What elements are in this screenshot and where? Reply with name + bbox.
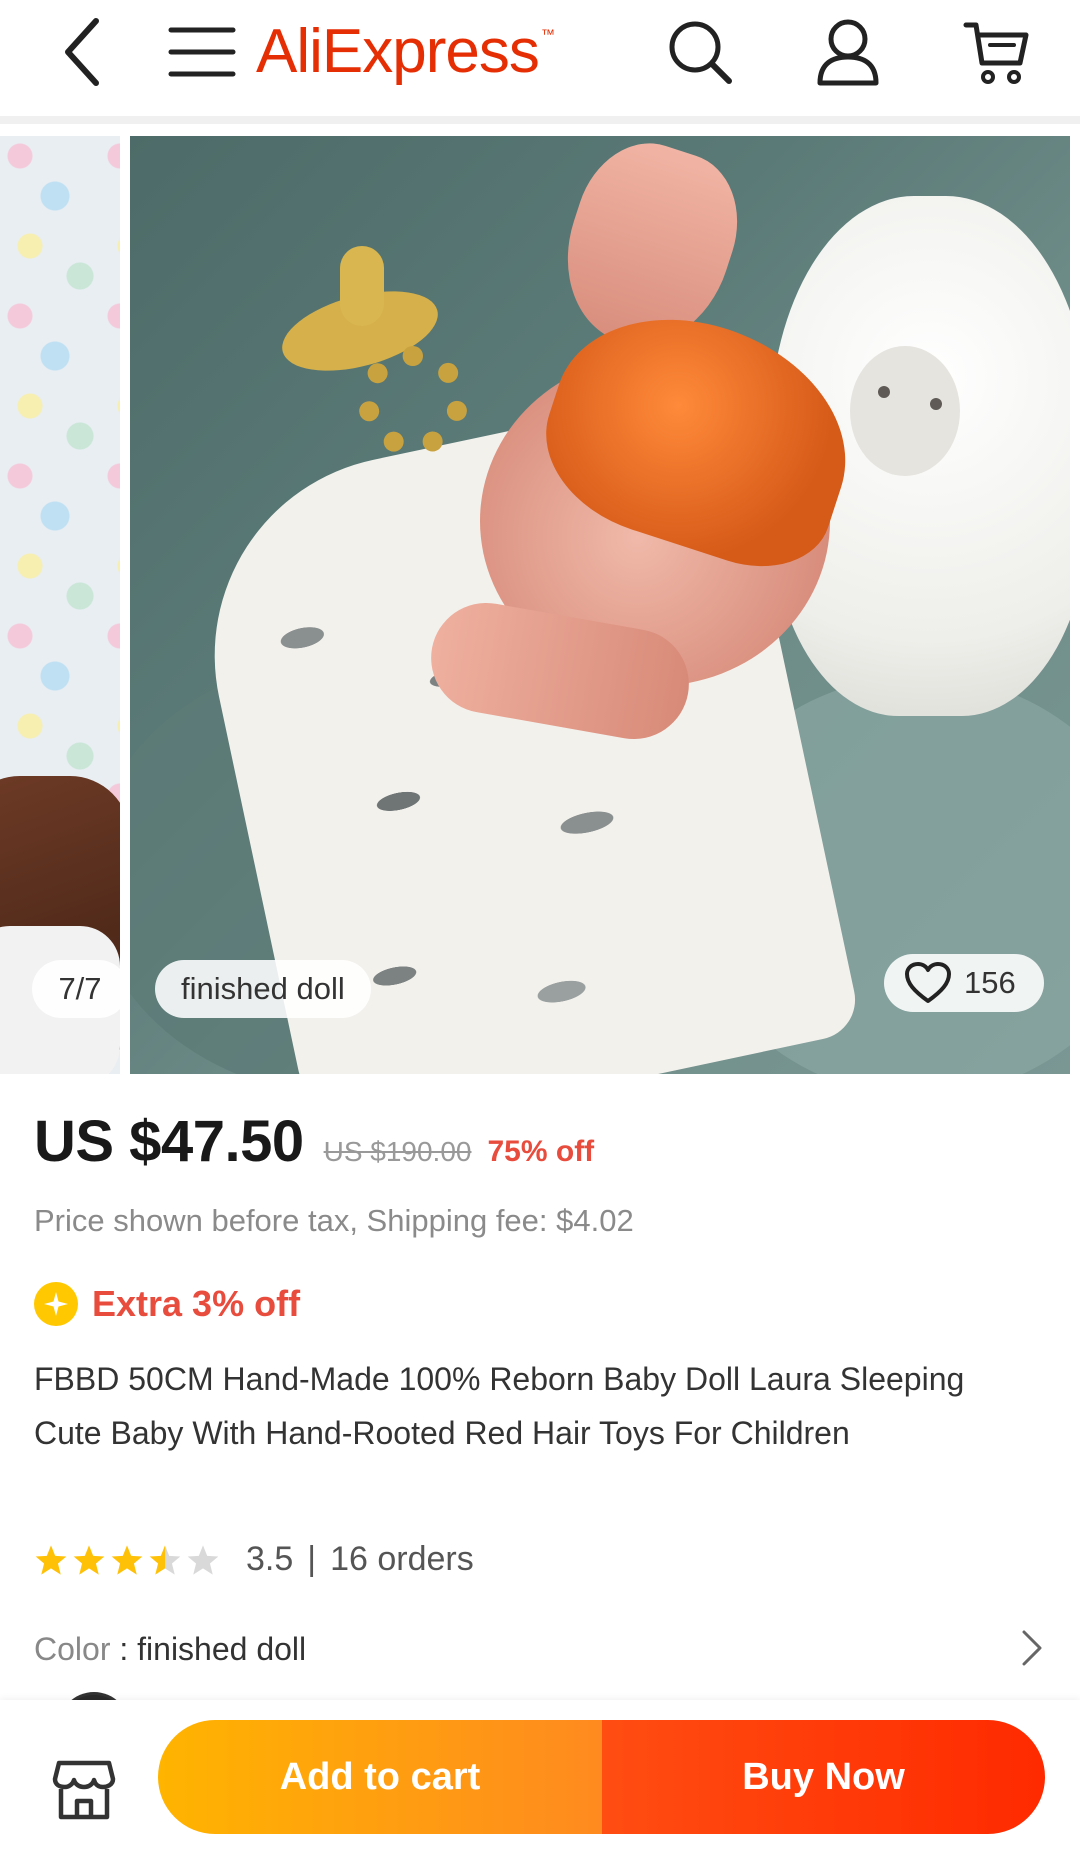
orders-count: 16 orders [330,1540,474,1578]
bottom-action-bar: Add to cart Buy Now [0,1700,1080,1849]
logo-text: AliExpress [256,16,540,86]
aliexpress-logo[interactable]: AliExpress ™ [256,6,555,96]
discount-percent: 75% off [487,1135,595,1168]
add-to-cart-button[interactable]: Add to cart [158,1720,602,1834]
top-bar: AliExpress ™ [0,0,1080,124]
color-separator: : [110,1630,138,1667]
original-price: US $190.00 [323,1136,472,1167]
star-rating [34,1544,224,1576]
pacifier-ring [358,346,468,456]
variant-badge[interactable]: finished doll [155,960,371,1018]
plush-lamb-eye [930,398,942,410]
like-count: 156 [964,965,1016,1000]
main-product-image[interactable] [130,136,1070,1074]
star-icon [35,1544,67,1575]
rating-row[interactable]: 3.5 | 16 orders [34,1540,474,1579]
current-price: US $47.50 [34,1109,304,1174]
cart-icon[interactable] [955,10,1039,94]
pacifier-nipple [340,246,384,326]
chevron-right-icon [1020,1628,1044,1676]
plush-lamb-face [850,346,960,476]
variant-badge-text: finished doll [181,971,345,1006]
menu-icon[interactable] [160,10,244,94]
product-image-gallery[interactable]: 7/7 finished doll 156 [0,132,1080,1074]
rating-value: 3.5 [246,1540,294,1578]
coin-icon [34,1282,78,1326]
color-label: Color [34,1630,111,1667]
product-page: AliExpress ™ 7/7 finished doll 156 US $4… [0,0,1080,1849]
previous-slide-image[interactable] [0,136,120,1074]
image-index-badge: 7/7 [32,960,128,1018]
star-icon [111,1544,143,1575]
search-icon[interactable] [658,10,742,94]
user-icon[interactable] [806,10,890,94]
price-row: US $47.50 US $190.00 75% off [34,1108,594,1175]
half-star-icon [149,1544,181,1575]
buy-now-button[interactable]: Buy Now [602,1720,1045,1834]
image-index-text: 7/7 [58,971,102,1006]
plush-lamb-eye [878,386,890,398]
color-selector-row[interactable]: Color : finished doll [34,1624,1044,1674]
star-icon [73,1544,105,1575]
back-icon[interactable] [40,10,124,94]
color-value: finished doll [137,1630,307,1667]
product-title: FBBD 50CM Hand-Made 100% Reborn Baby Dol… [34,1361,965,1451]
logo-trademark: ™ [540,26,555,42]
heart-icon [905,962,951,1003]
extra-discount-row[interactable]: Extra 3% off [34,1282,300,1326]
store-icon[interactable] [44,1750,124,1830]
extra-discount-text: Extra 3% off [92,1283,301,1324]
rating-separator: | [307,1540,317,1578]
empty-star-icon [187,1544,219,1575]
wishlist-button[interactable]: 156 [884,954,1044,1012]
tax-shipping-note: Price shown before tax, Shipping fee: $4… [34,1203,634,1238]
